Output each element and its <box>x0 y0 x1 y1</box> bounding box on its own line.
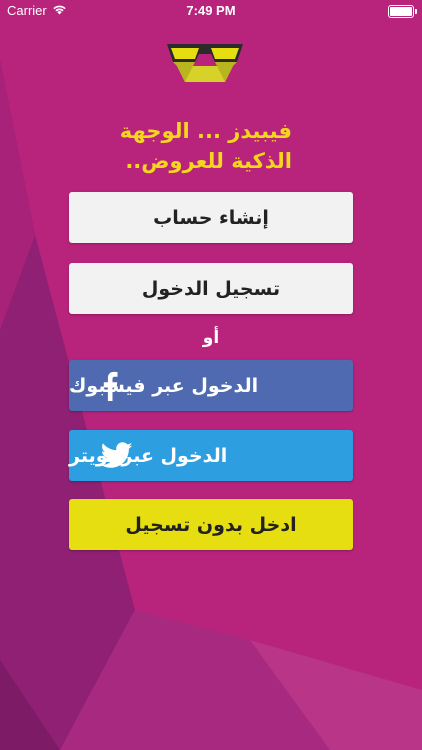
login-button[interactable]: تسجيل الدخول <box>69 263 353 314</box>
create-account-button[interactable]: إنشاء حساب <box>69 192 353 243</box>
twitter-icon <box>101 442 133 468</box>
status-bar: Carrier 7:49 PM <box>0 0 422 22</box>
twitter-login-button[interactable]: الدخول عبر تويتر <box>69 430 353 481</box>
create-account-label: إنشاء حساب <box>153 206 269 229</box>
logo-glasses-icon <box>167 44 243 82</box>
tagline-line-1: فيبيدز ... الوجهة <box>119 119 292 143</box>
twitter-login-label: الدخول عبر تويتر <box>69 444 228 467</box>
guest-entry-label: ادخل بدون تسجيل <box>125 513 297 536</box>
login-label: تسجيل الدخول <box>141 277 281 300</box>
facebook-icon <box>103 371 118 401</box>
tagline-line-2: الذكية للعروض.. <box>125 149 292 173</box>
facebook-login-label: الدخول عبر فيسبوك <box>69 374 259 397</box>
battery-icon <box>388 5 417 18</box>
facebook-login-button[interactable]: الدخول عبر فيسبوك <box>69 360 353 411</box>
or-separator: أو <box>202 328 220 348</box>
guest-entry-button[interactable]: ادخل بدون تسجيل <box>69 499 353 550</box>
clock: 7:49 PM <box>186 3 236 18</box>
tagline: فيبيدز ... الوجهة الذكية للعروض.. <box>112 116 292 176</box>
